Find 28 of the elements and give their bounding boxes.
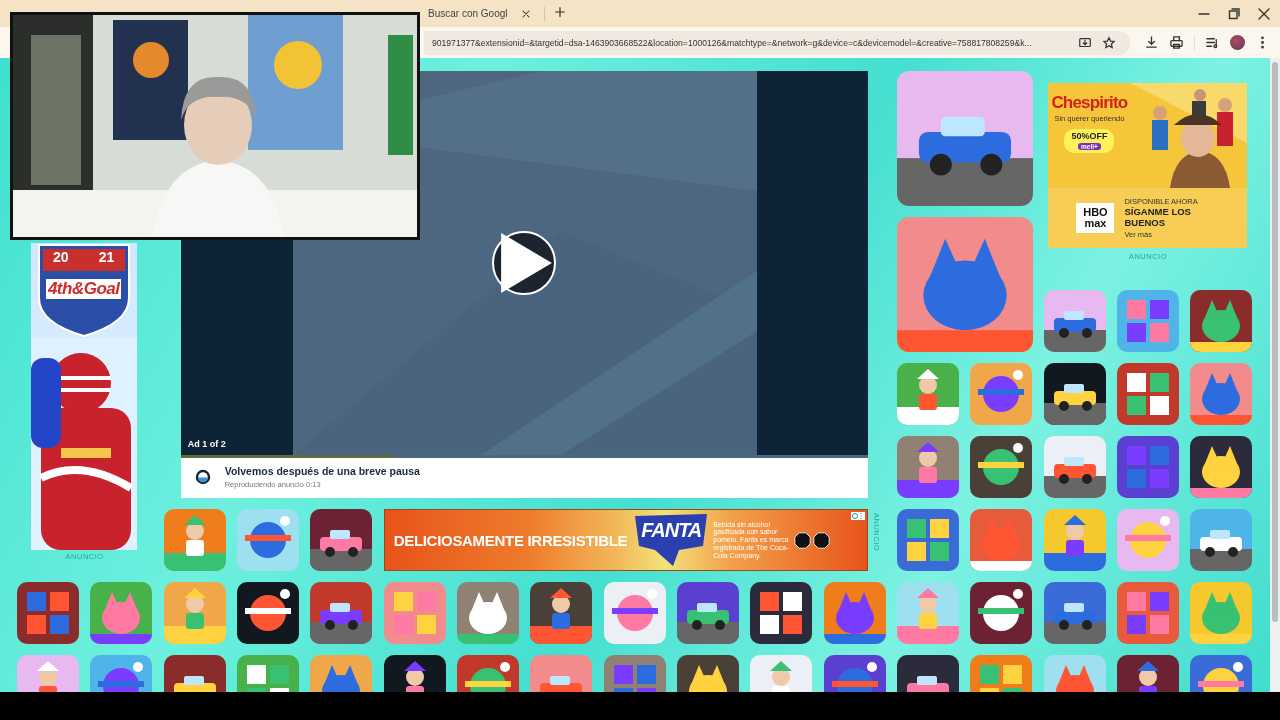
warning-seal-icon bbox=[813, 531, 831, 549]
year-text: 20 bbox=[53, 249, 69, 265]
profile-avatar[interactable] bbox=[1230, 35, 1245, 50]
print-icon[interactable] bbox=[1169, 35, 1184, 50]
ad-title: Chespirito bbox=[1051, 93, 1128, 113]
ad-logo-text: 4th&Goal bbox=[45, 279, 122, 299]
logo-text: max bbox=[1084, 218, 1107, 229]
star-icon[interactable] bbox=[1102, 35, 1116, 50]
year-text: 21 bbox=[98, 249, 115, 265]
offer-text: 50%OFF bbox=[1071, 131, 1108, 141]
info-icon[interactable] bbox=[850, 512, 865, 520]
download-icon[interactable] bbox=[1144, 35, 1159, 50]
address-bar[interactable]: 901971377&extensionid=&targetid=dsa-1463903668522&location=1000126&matchtype=&network=g&device=c&devicemodel=&creative=758817808259&k... bbox=[424, 30, 1130, 55]
ad-title: Volvemos después de una breve pausa bbox=[224, 464, 420, 477]
install-icon[interactable] bbox=[1078, 35, 1092, 50]
logo-text: FANTA bbox=[641, 520, 702, 540]
restore-icon[interactable] bbox=[1226, 5, 1242, 22]
ad-banner[interactable]: 20 21 4th&Goal bbox=[30, 243, 137, 550]
media-list-icon[interactable] bbox=[1205, 35, 1220, 50]
ad-headline: DELICIOSAMENTE IRRESISTIBLE bbox=[393, 531, 628, 549]
show-title: SÍGANME LOS BUENOS bbox=[1124, 206, 1192, 229]
ad-counter: Ad 1 of 2 bbox=[187, 439, 226, 449]
browser-tab[interactable]: Buscar con Googl bbox=[424, 2, 536, 25]
scrollbar[interactable] bbox=[1270, 58, 1280, 692]
warning-seal-icon bbox=[794, 531, 812, 549]
logo-text: HBO bbox=[1083, 207, 1108, 218]
loading-icon bbox=[194, 468, 211, 485]
add-tab-icon[interactable] bbox=[552, 4, 567, 19]
